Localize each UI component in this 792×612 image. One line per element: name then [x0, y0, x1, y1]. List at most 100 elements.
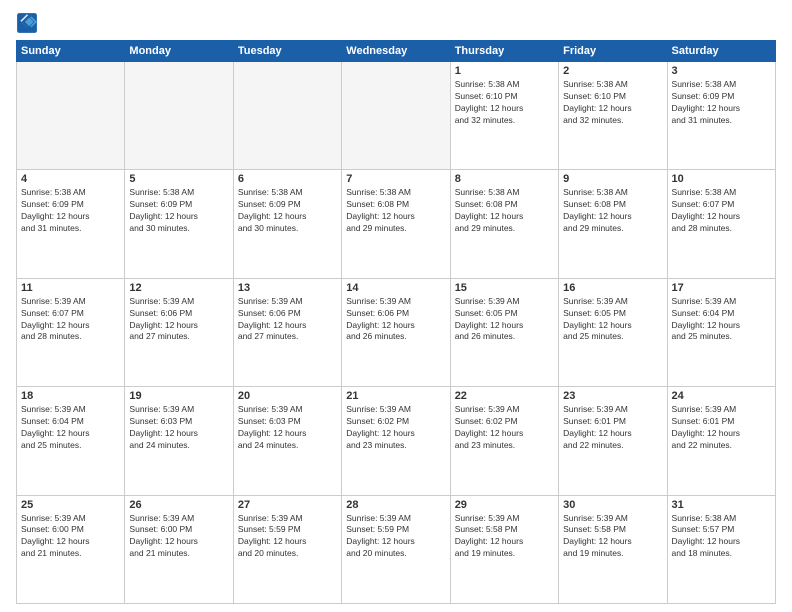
day-number: 7 — [346, 173, 445, 185]
day-info: Sunrise: 5:39 AM Sunset: 6:01 PM Dayligh… — [563, 404, 662, 452]
weekday-header-sunday: Sunday — [17, 41, 125, 62]
day-info: Sunrise: 5:38 AM Sunset: 6:08 PM Dayligh… — [563, 187, 662, 235]
calendar-table: SundayMondayTuesdayWednesdayThursdayFrid… — [16, 40, 776, 604]
week-row-4: 18 Sunrise: 5:39 AM Sunset: 6:04 PM Dayli… — [17, 387, 776, 495]
day-info: Sunrise: 5:38 AM Sunset: 6:10 PM Dayligh… — [455, 79, 554, 127]
day-number: 16 — [563, 282, 662, 294]
day-number: 9 — [563, 173, 662, 185]
day-number: 13 — [238, 282, 337, 294]
day-info: Sunrise: 5:39 AM Sunset: 5:58 PM Dayligh… — [455, 513, 554, 561]
logo-icon — [16, 12, 38, 34]
weekday-header-row: SundayMondayTuesdayWednesdayThursdayFrid… — [17, 41, 776, 62]
day-number: 11 — [21, 282, 120, 294]
day-info: Sunrise: 5:39 AM Sunset: 6:06 PM Dayligh… — [346, 296, 445, 344]
day-cell-1: 1 Sunrise: 5:38 AM Sunset: 6:10 PM Daylig… — [450, 62, 558, 170]
page: SundayMondayTuesdayWednesdayThursdayFrid… — [0, 0, 792, 612]
day-cell-31: 31Sunrise: 5:38 AM Sunset: 5:57 PM Dayli… — [667, 495, 775, 603]
day-number: 2 — [563, 65, 662, 77]
day-number: 10 — [672, 173, 771, 185]
day-number: 31 — [672, 499, 771, 511]
day-number: 5 — [129, 173, 228, 185]
empty-cell — [125, 62, 233, 170]
day-info: Sunrise: 5:38 AM Sunset: 6:09 PM Dayligh… — [129, 187, 228, 235]
day-info: Sunrise: 5:39 AM Sunset: 6:06 PM Dayligh… — [238, 296, 337, 344]
day-number: 15 — [455, 282, 554, 294]
week-row-2: 4 Sunrise: 5:38 AM Sunset: 6:09 PM Daylig… — [17, 170, 776, 278]
day-number: 29 — [455, 499, 554, 511]
day-number: 21 — [346, 390, 445, 402]
day-info: Sunrise: 5:39 AM Sunset: 6:02 PM Dayligh… — [346, 404, 445, 452]
day-cell-29: 29 Sunrise: 5:39 AM Sunset: 5:58 PM Dayli… — [450, 495, 558, 603]
day-cell-2: 2Sunrise: 5:38 AM Sunset: 6:10 PM Daylig… — [559, 62, 667, 170]
day-cell-18: 18 Sunrise: 5:39 AM Sunset: 6:04 PM Dayli… — [17, 387, 125, 495]
day-number: 6 — [238, 173, 337, 185]
empty-cell — [233, 62, 341, 170]
day-cell-11: 11 Sunrise: 5:39 AM Sunset: 6:07 PM Dayli… — [17, 278, 125, 386]
day-cell-19: 19Sunrise: 5:39 AM Sunset: 6:03 PM Dayli… — [125, 387, 233, 495]
weekday-header-monday: Monday — [125, 41, 233, 62]
day-info: Sunrise: 5:39 AM Sunset: 6:04 PM Dayligh… — [21, 404, 120, 452]
day-info: Sunrise: 5:39 AM Sunset: 6:01 PM Dayligh… — [672, 404, 771, 452]
week-row-1: 1 Sunrise: 5:38 AM Sunset: 6:10 PM Daylig… — [17, 62, 776, 170]
day-number: 1 — [455, 65, 554, 77]
day-info: Sunrise: 5:38 AM Sunset: 6:07 PM Dayligh… — [672, 187, 771, 235]
day-number: 19 — [129, 390, 228, 402]
week-row-5: 25Sunrise: 5:39 AM Sunset: 6:00 PM Dayli… — [17, 495, 776, 603]
weekday-header-friday: Friday — [559, 41, 667, 62]
weekday-header-saturday: Saturday — [667, 41, 775, 62]
day-number: 25 — [21, 499, 120, 511]
week-row-3: 11 Sunrise: 5:39 AM Sunset: 6:07 PM Dayli… — [17, 278, 776, 386]
day-cell-4: 4 Sunrise: 5:38 AM Sunset: 6:09 PM Daylig… — [17, 170, 125, 278]
day-cell-7: 7 Sunrise: 5:38 AM Sunset: 6:08 PM Daylig… — [342, 170, 450, 278]
weekday-header-tuesday: Tuesday — [233, 41, 341, 62]
day-info: Sunrise: 5:38 AM Sunset: 6:08 PM Dayligh… — [455, 187, 554, 235]
day-info: Sunrise: 5:39 AM Sunset: 6:03 PM Dayligh… — [238, 404, 337, 452]
day-cell-5: 5 Sunrise: 5:38 AM Sunset: 6:09 PM Daylig… — [125, 170, 233, 278]
day-info: Sunrise: 5:39 AM Sunset: 6:05 PM Dayligh… — [455, 296, 554, 344]
day-number: 4 — [21, 173, 120, 185]
day-number: 26 — [129, 499, 228, 511]
day-number: 22 — [455, 390, 554, 402]
empty-cell — [17, 62, 125, 170]
weekday-header-thursday: Thursday — [450, 41, 558, 62]
day-cell-12: 12Sunrise: 5:39 AM Sunset: 6:06 PM Dayli… — [125, 278, 233, 386]
day-cell-26: 26Sunrise: 5:39 AM Sunset: 6:00 PM Dayli… — [125, 495, 233, 603]
day-cell-15: 15 Sunrise: 5:39 AM Sunset: 6:05 PM Dayli… — [450, 278, 558, 386]
day-cell-30: 30Sunrise: 5:39 AM Sunset: 5:58 PM Dayli… — [559, 495, 667, 603]
day-cell-6: 6 Sunrise: 5:38 AM Sunset: 6:09 PM Daylig… — [233, 170, 341, 278]
day-info: Sunrise: 5:38 AM Sunset: 6:09 PM Dayligh… — [21, 187, 120, 235]
day-number: 17 — [672, 282, 771, 294]
logo — [16, 12, 42, 34]
day-number: 18 — [21, 390, 120, 402]
day-info: Sunrise: 5:39 AM Sunset: 6:07 PM Dayligh… — [21, 296, 120, 344]
weekday-header-wednesday: Wednesday — [342, 41, 450, 62]
day-info: Sunrise: 5:39 AM Sunset: 6:02 PM Dayligh… — [455, 404, 554, 452]
day-cell-21: 21 Sunrise: 5:39 AM Sunset: 6:02 PM Dayli… — [342, 387, 450, 495]
day-info: Sunrise: 5:39 AM Sunset: 6:05 PM Dayligh… — [563, 296, 662, 344]
day-cell-3: 3 Sunrise: 5:38 AM Sunset: 6:09 PM Daylig… — [667, 62, 775, 170]
day-cell-28: 28 Sunrise: 5:39 AM Sunset: 5:59 PM Dayli… — [342, 495, 450, 603]
day-number: 27 — [238, 499, 337, 511]
day-cell-25: 25Sunrise: 5:39 AM Sunset: 6:00 PM Dayli… — [17, 495, 125, 603]
day-cell-10: 10 Sunrise: 5:38 AM Sunset: 6:07 PM Dayli… — [667, 170, 775, 278]
day-info: Sunrise: 5:38 AM Sunset: 6:08 PM Dayligh… — [346, 187, 445, 235]
empty-cell — [342, 62, 450, 170]
day-cell-27: 27 Sunrise: 5:39 AM Sunset: 5:59 PM Dayli… — [233, 495, 341, 603]
day-number: 30 — [563, 499, 662, 511]
day-info: Sunrise: 5:39 AM Sunset: 5:59 PM Dayligh… — [346, 513, 445, 561]
day-cell-17: 17Sunrise: 5:39 AM Sunset: 6:04 PM Dayli… — [667, 278, 775, 386]
day-info: Sunrise: 5:39 AM Sunset: 5:59 PM Dayligh… — [238, 513, 337, 561]
day-info: Sunrise: 5:38 AM Sunset: 6:09 PM Dayligh… — [238, 187, 337, 235]
day-cell-24: 24Sunrise: 5:39 AM Sunset: 6:01 PM Dayli… — [667, 387, 775, 495]
day-number: 12 — [129, 282, 228, 294]
day-number: 28 — [346, 499, 445, 511]
day-number: 8 — [455, 173, 554, 185]
day-cell-20: 20Sunrise: 5:39 AM Sunset: 6:03 PM Dayli… — [233, 387, 341, 495]
day-cell-22: 22 Sunrise: 5:39 AM Sunset: 6:02 PM Dayli… — [450, 387, 558, 495]
day-cell-8: 8 Sunrise: 5:38 AM Sunset: 6:08 PM Daylig… — [450, 170, 558, 278]
day-cell-14: 14Sunrise: 5:39 AM Sunset: 6:06 PM Dayli… — [342, 278, 450, 386]
day-number: 3 — [672, 65, 771, 77]
day-number: 23 — [563, 390, 662, 402]
day-info: Sunrise: 5:38 AM Sunset: 6:09 PM Dayligh… — [672, 79, 771, 127]
day-cell-13: 13 Sunrise: 5:39 AM Sunset: 6:06 PM Dayli… — [233, 278, 341, 386]
